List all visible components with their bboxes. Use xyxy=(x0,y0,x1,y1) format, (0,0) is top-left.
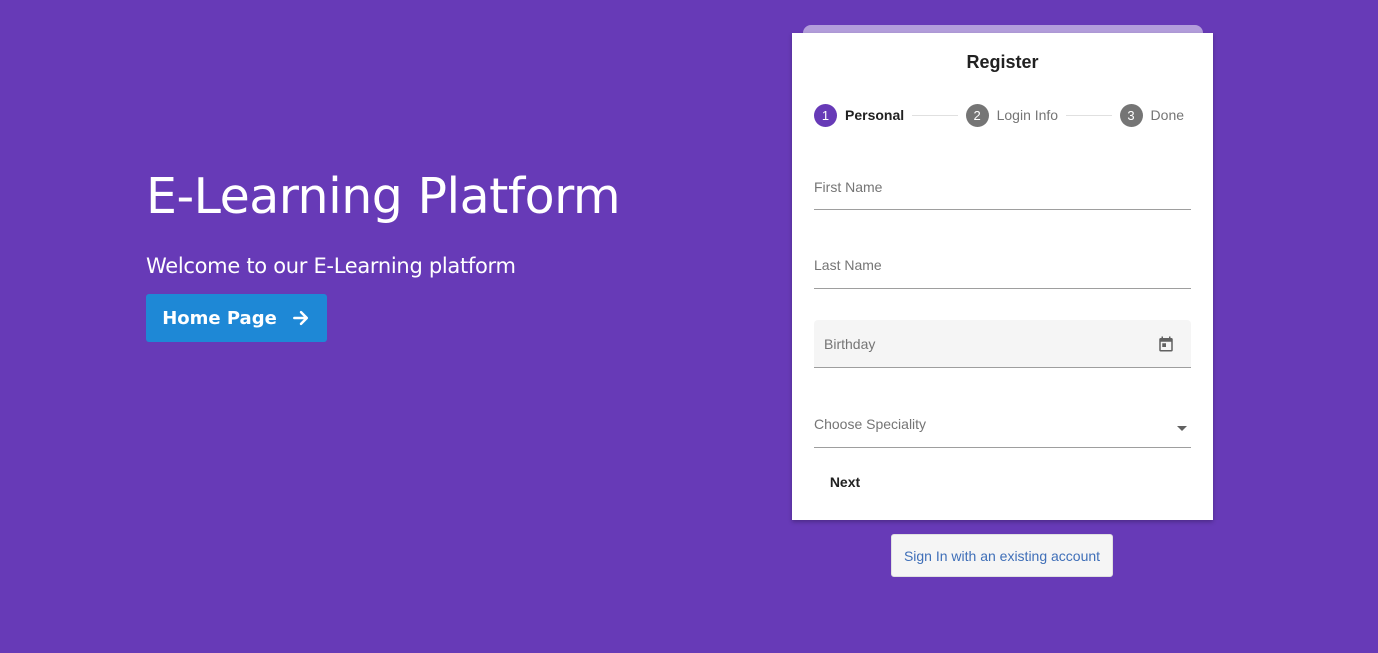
step-login-info[interactable]: 2 Login Info xyxy=(965,103,1059,127)
step-label: Personal xyxy=(845,107,905,123)
hero-subtitle: Welcome to our E-Learning platform xyxy=(146,254,516,278)
first-name-label: First Name xyxy=(814,179,883,195)
step-done[interactable]: 3 Done xyxy=(1119,103,1185,127)
birthday-label: Birthday xyxy=(824,335,876,352)
speciality-select[interactable]: Choose Speciality xyxy=(814,416,1191,448)
step-connector xyxy=(1066,114,1112,116)
register-title: Register xyxy=(966,52,1039,72)
arrow-right-icon xyxy=(292,310,308,326)
step-number: 1 xyxy=(814,103,837,127)
speciality-label: Choose Speciality xyxy=(814,416,927,432)
step-label: Done xyxy=(1150,107,1185,123)
last-name-label: Last Name xyxy=(814,257,882,273)
step-number: 3 xyxy=(1119,103,1143,127)
page: E-Learning Platform Welcome to our E-Lea… xyxy=(0,0,1378,653)
home-page-button-label: Home Page xyxy=(162,307,277,329)
chevron-down-icon[interactable] xyxy=(1177,426,1187,431)
step-number: 2 xyxy=(965,103,989,127)
hero-title: E-Learning Platform xyxy=(146,168,621,225)
sign-in-button[interactable]: Sign In with an existing account xyxy=(891,534,1113,577)
next-button[interactable]: Next xyxy=(817,467,873,497)
step-label: Login Info xyxy=(996,107,1059,123)
birthday-field[interactable]: Birthday xyxy=(814,320,1191,368)
step-connector xyxy=(912,114,958,116)
register-card: Register 1 Personal 2 Login Info 3 Done … xyxy=(792,33,1213,520)
calendar-icon[interactable] xyxy=(1157,335,1175,353)
last-name-field[interactable]: Last Name xyxy=(814,257,1191,289)
stepper: 1 Personal 2 Login Info 3 Done xyxy=(814,103,1184,127)
step-personal[interactable]: 1 Personal xyxy=(814,103,905,127)
first-name-field[interactable]: First Name xyxy=(814,179,1191,210)
home-page-button[interactable]: Home Page xyxy=(146,294,327,342)
hero-section: E-Learning Platform Welcome to our E-Lea… xyxy=(146,166,621,342)
